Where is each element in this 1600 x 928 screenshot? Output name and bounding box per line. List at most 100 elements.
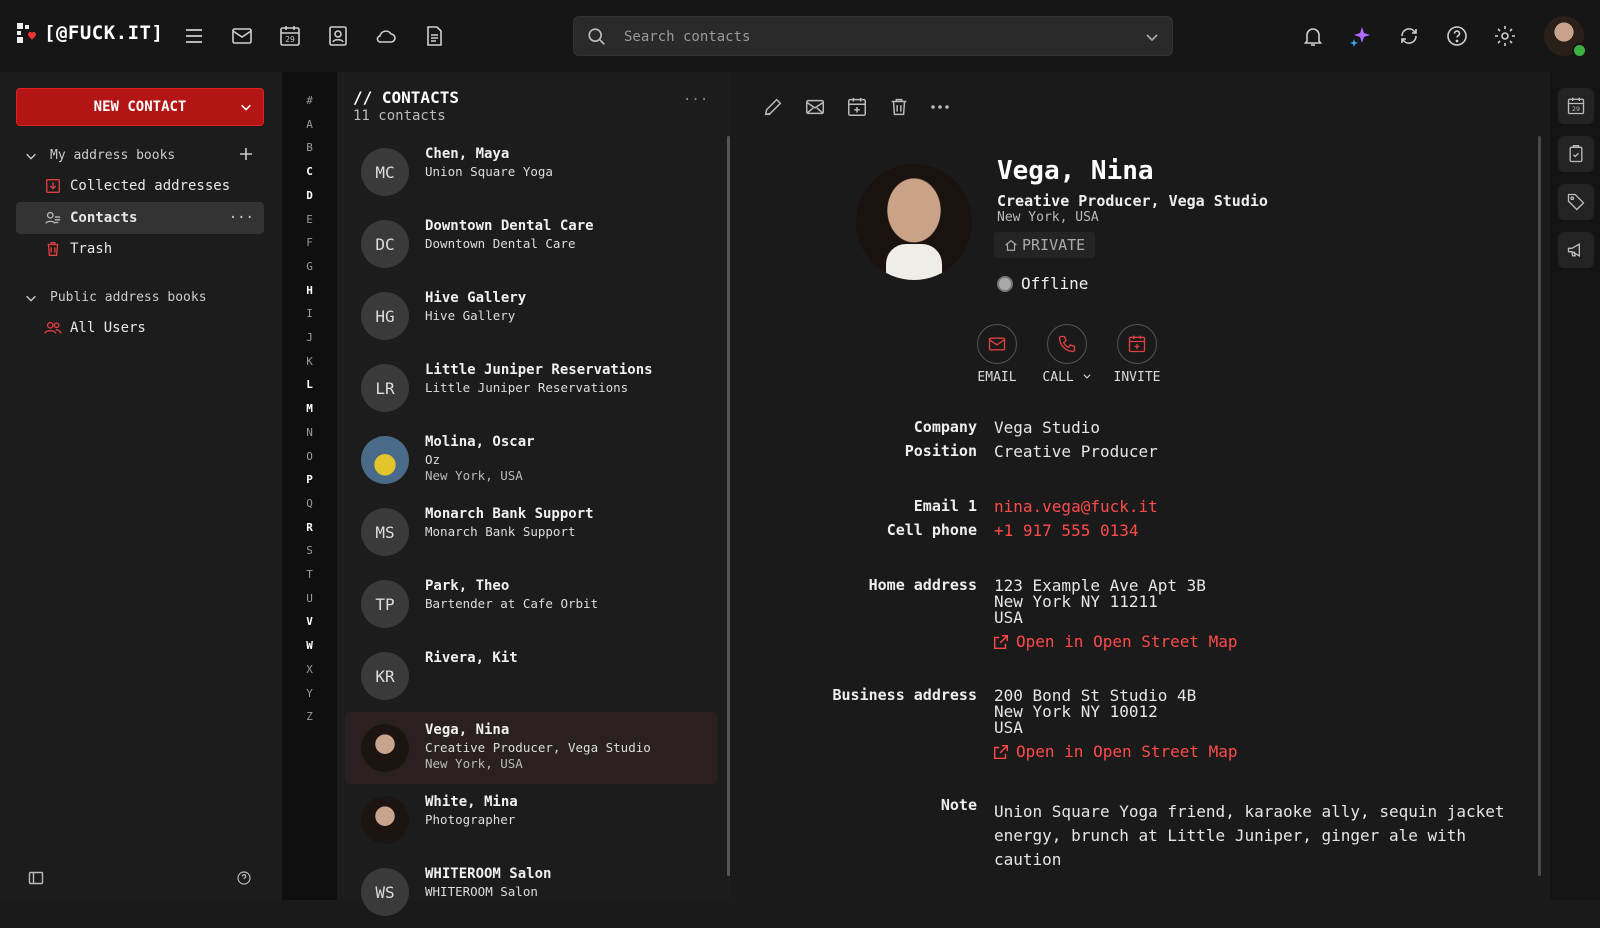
contact-row[interactable]: MS Monarch Bank Support Monarch Bank Suppo… <box>345 496 717 568</box>
email-link[interactable]: nina.vega@fuck.it <box>994 499 1158 515</box>
alphabet-letter[interactable]: H <box>282 284 337 297</box>
more-options-icon[interactable]: ··· <box>229 210 254 226</box>
alphabet-letter[interactable]: X <box>282 663 337 676</box>
search-input[interactable] <box>624 25 1124 49</box>
my-address-books-header[interactable]: My address books <box>24 148 175 163</box>
user-avatar[interactable] <box>1544 16 1587 58</box>
edit-icon[interactable] <box>762 96 784 118</box>
contact-row[interactable]: HG Hive Gallery Hive Gallery <box>345 280 717 352</box>
alphabet-letter[interactable]: E <box>282 213 337 226</box>
cloud-icon[interactable] <box>374 24 398 48</box>
alphabet-letter[interactable]: F <box>282 236 337 249</box>
list-more-button[interactable]: ··· <box>683 92 708 108</box>
contact-row[interactable]: WS WHITEROOM Salon WHITEROOM Salon <box>345 856 717 928</box>
sidebar-item-collected-addresses[interactable]: Collected addresses <box>16 170 264 202</box>
menu-icon[interactable] <box>182 24 206 48</box>
mail-icon[interactable] <box>230 24 254 48</box>
contact-avatar <box>361 436 409 484</box>
sidebar-item-all-users[interactable]: All Users <box>16 312 264 344</box>
new-contact-button[interactable]: NEW CONTACT <box>16 88 264 126</box>
calendar-add-icon[interactable] <box>846 96 868 118</box>
alphabet-letter[interactable]: D <box>282 189 337 202</box>
alphabet-letter[interactable]: M <box>282 402 337 415</box>
alphabet-letter[interactable]: C <box>282 165 337 178</box>
alphabet-letter[interactable]: G <box>282 260 337 273</box>
tag-icon[interactable] <box>1558 184 1594 220</box>
sidebar-item-trash[interactable]: Trash <box>16 233 264 265</box>
sync-icon[interactable] <box>1397 24 1421 48</box>
contact-detail-line: New York, USA <box>425 468 523 483</box>
external-link-icon <box>993 634 1009 649</box>
contact-row[interactable]: MC Chen, Maya Union Square Yoga <box>345 136 717 208</box>
add-address-book-button[interactable] <box>238 146 254 162</box>
trash-icon[interactable] <box>888 96 910 118</box>
help-icon[interactable] <box>236 870 252 886</box>
contact-name: Vega, Nina <box>425 722 510 738</box>
sidebar-toggle-icon[interactable] <box>28 870 44 886</box>
alphabet-letter[interactable]: B <box>282 141 337 154</box>
detail-scrollbar[interactable] <box>1538 136 1541 876</box>
note-label: Note <box>940 796 977 814</box>
phone-link[interactable]: +1 917 555 0134 <box>994 523 1139 539</box>
contacts-icon[interactable] <box>326 24 350 48</box>
megaphone-icon[interactable] <box>1558 232 1594 268</box>
document-icon[interactable] <box>422 24 446 48</box>
alphabet-letter[interactable]: N <box>282 426 337 439</box>
alphabet-letter[interactable]: Q <box>282 497 337 510</box>
alphabet-letter[interactable]: I <box>282 307 337 320</box>
contact-row[interactable]: LR Little Juniper Reservations Little Juni… <box>345 352 717 424</box>
clipboard-icon[interactable] <box>1558 136 1594 172</box>
calendar-icon[interactable]: 29 <box>278 24 302 48</box>
sidebar-item-label: Collected addresses <box>70 178 231 194</box>
contact-list-panel: // CONTACTS 11 contacts ··· MC Chen, Maya… <box>337 72 730 916</box>
app-logo[interactable]: [@FUCK.IT] <box>16 22 163 44</box>
chevron-down-icon[interactable] <box>239 100 253 114</box>
chevron-down-icon <box>26 295 36 302</box>
alphabet-letter[interactable]: T <box>282 568 337 581</box>
home-icon <box>1005 239 1017 251</box>
help-icon[interactable] <box>1445 24 1469 48</box>
alphabet-letter[interactable]: P <box>282 473 337 486</box>
alphabet-letter[interactable]: A <box>282 118 337 131</box>
sparkle-icon[interactable] <box>1349 24 1373 48</box>
alphabet-letter[interactable]: J <box>282 331 337 344</box>
alphabet-letter[interactable]: Y <box>282 687 337 700</box>
alphabet-letter[interactable]: R <box>282 521 337 534</box>
contact-detail-line: Oz <box>425 452 441 467</box>
gear-icon[interactable] <box>1493 24 1517 48</box>
alphabet-letter[interactable]: # <box>282 94 337 107</box>
contact-row[interactable]: Molina, Oscar Oz New York, USA <box>345 424 717 496</box>
business-map-link[interactable]: Open in Open Street Map <box>992 742 1238 761</box>
public-address-books-header[interactable]: Public address books <box>24 290 207 305</box>
contact-row[interactable]: DC Downtown Dental Care Downtown Dental Ca… <box>345 208 717 280</box>
bell-icon[interactable] <box>1301 24 1325 48</box>
more-icon[interactable] <box>930 102 950 112</box>
trash-icon <box>47 242 59 256</box>
sidebar-item-contacts[interactable]: Contacts ··· <box>16 202 264 234</box>
alphabet-letter[interactable]: S <box>282 544 337 557</box>
section-label: My address books <box>50 148 176 163</box>
email-action[interactable]: EMAIL <box>962 324 1032 385</box>
mail-icon[interactable] <box>804 96 826 118</box>
privacy-badge: PRIVATE <box>994 232 1096 258</box>
sidebar-item-label: Trash <box>70 241 113 257</box>
alphabet-letter[interactable]: Z <box>282 710 337 723</box>
invite-action[interactable]: INVITE <box>1102 324 1172 385</box>
calendar-icon[interactable]: 29 <box>1558 88 1594 124</box>
alphabet-letter[interactable]: K <box>282 355 337 368</box>
contact-row[interactable]: White, Mina Photographer <box>345 784 717 856</box>
alphabet-letter[interactable]: U <box>282 592 337 605</box>
home-map-link[interactable]: Open in Open Street Map <box>992 632 1238 651</box>
position-value: Creative Producer <box>994 442 1158 461</box>
contact-row[interactable]: Vega, Nina Creative Producer, Vega Studio… <box>345 712 717 784</box>
alphabet-letter[interactable]: W <box>282 639 337 652</box>
contact-row[interactable]: KR Rivera, Kit <box>345 640 717 712</box>
alphabet-letter[interactable]: V <box>282 615 337 628</box>
contact-row[interactable]: TP Park, Theo Bartender at Cafe Orbit <box>345 568 717 640</box>
chevron-down-icon[interactable] <box>1144 29 1160 45</box>
call-action[interactable]: CALL <box>1032 324 1102 385</box>
alphabet-letter[interactable]: O <box>282 450 337 463</box>
alphabet-letter[interactable]: L <box>282 378 337 391</box>
contact-name: Downtown Dental Care <box>425 218 594 234</box>
contact-photo <box>856 164 972 280</box>
